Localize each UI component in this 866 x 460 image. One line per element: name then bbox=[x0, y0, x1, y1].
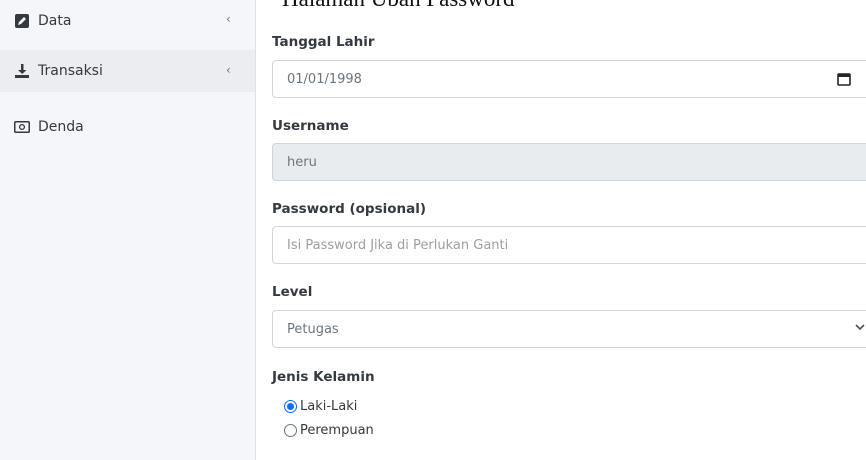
sidebar-item-label: Data bbox=[38, 13, 72, 29]
username-field[interactable]: heru bbox=[272, 143, 866, 181]
radio-perempuan-label: Perempuan bbox=[300, 423, 374, 438]
calendar-icon[interactable] bbox=[837, 72, 851, 86]
sidebar: Data ‹ Transaksi ‹ Denda bbox=[0, 0, 256, 460]
radio-button-checked[interactable] bbox=[284, 400, 297, 413]
radio-laki-laki-label: Laki-Laki bbox=[300, 399, 358, 414]
sidebar-item-denda[interactable]: Denda bbox=[0, 106, 255, 148]
tanggal-lahir-value: 01/01/1998 bbox=[287, 71, 362, 87]
chevron-left-icon: ‹ bbox=[226, 63, 231, 77]
sidebar-item-label: Denda bbox=[38, 119, 84, 135]
chevron-down-icon bbox=[855, 321, 865, 335]
username-label: Username bbox=[272, 118, 349, 134]
password-field[interactable]: Isi Password Jika di Perlukan Ganti bbox=[272, 226, 866, 264]
password-placeholder: Isi Password Jika di Perlukan Ganti bbox=[287, 237, 509, 253]
money-bill-icon bbox=[14, 120, 30, 134]
sidebar-item-data[interactable]: Data ‹ bbox=[0, 0, 255, 42]
tanggal-lahir-field[interactable]: 01/01/1998 bbox=[272, 60, 866, 98]
chevron-left-icon: ‹ bbox=[226, 12, 231, 26]
level-label: Level bbox=[272, 284, 313, 300]
level-select[interactable]: Petugas bbox=[272, 310, 866, 348]
level-selected-value: Petugas bbox=[287, 321, 339, 337]
jenis-kelamin-label: Jenis Kelamin bbox=[272, 369, 375, 385]
sidebar-item-transaksi[interactable]: Transaksi ‹ bbox=[0, 50, 255, 92]
radio-perempuan[interactable]: Perempuan bbox=[284, 423, 374, 438]
sidebar-item-label: Transaksi bbox=[38, 63, 103, 79]
download-icon bbox=[14, 64, 30, 78]
page-title: Halaman Ubah Password bbox=[282, 0, 515, 12]
username-value: heru bbox=[287, 154, 317, 170]
radio-laki-laki[interactable]: Laki-Laki bbox=[284, 399, 357, 414]
radio-button[interactable] bbox=[284, 424, 297, 437]
edit-square-icon bbox=[14, 14, 30, 28]
password-label: Password (opsional) bbox=[272, 201, 427, 217]
tanggal-lahir-label: Tanggal Lahir bbox=[272, 34, 375, 50]
